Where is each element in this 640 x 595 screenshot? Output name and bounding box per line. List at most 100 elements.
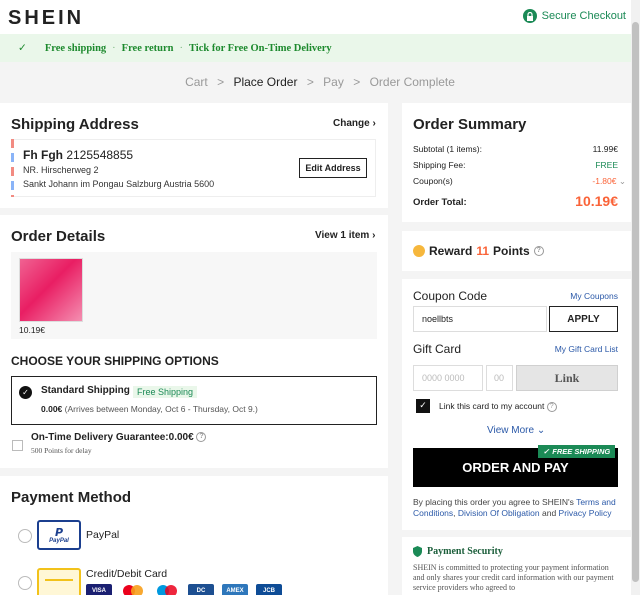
breadcrumb-separator: > [353,75,361,89]
breadcrumb-separator: > [217,75,225,89]
shipping-fee-label: Shipping Fee: [413,160,466,170]
gift-card-title: Gift Card [413,342,462,356]
payment-security-title: Payment Security [427,546,503,557]
link-card-label: Link this card to my account ? [439,401,557,412]
terms-and: and [539,508,559,518]
diners-club-icon: DC [188,584,214,595]
coupons-value: -1.80€ [592,176,617,186]
chevron-down-icon: ⌄ [536,425,546,436]
address-line-1: NR. Hirscherweg 2 [23,165,99,175]
shein-logo[interactable]: SHEIN [8,7,84,30]
help-icon[interactable]: ? [546,401,557,412]
standard-shipping-price: 0.00€ [41,404,63,414]
breadcrumb-pay: Pay [323,75,344,89]
edit-address-button[interactable]: Edit Address [299,158,367,178]
payment-security-header: Payment Security [413,546,503,557]
recipient-line: Fh Fgh 2125548855 [23,148,133,162]
my-coupons-link[interactable]: My Coupons [570,291,618,301]
link-card-checkbox[interactable]: ✓ [416,399,430,413]
ontime-sub: 500 Points for delay [31,446,92,455]
reward-points: 11 [476,244,490,258]
banner-item-free-return: Free return [121,42,174,54]
banner-separator: · [112,42,116,54]
reward-prefix: Reward [429,244,473,258]
my-gift-card-list-link[interactable]: My Gift Card List [555,344,618,354]
order-summary-title: Order Summary [413,116,527,133]
coupon-input[interactable]: noellbts [413,306,547,332]
chevron-right-icon: › [372,118,376,129]
paypal-p-icon: P [54,525,64,539]
privacy-policy-link[interactable]: Privacy Policy [559,508,612,518]
order-total-label: Order Total: [413,197,467,208]
banner-separator: · [179,42,183,54]
gift-card-number-input[interactable]: 0000 0000 [413,365,483,391]
banner-item-ontime: Tick for Free On-Time Delivery [188,42,332,54]
amex-icon: AMEX [222,584,248,595]
ontime-label: On-Time Delivery Guarantee:0.00€ ? [31,432,207,443]
benefits-banner[interactable]: ✓ Free shipping · Free return · Tick for… [0,34,640,62]
breadcrumb-separator: > [306,75,314,89]
paypal-radio[interactable] [18,529,32,543]
chevron-down-icon: ⌄ [618,176,626,186]
order-details-title: Order Details [11,228,106,245]
standard-shipping-label: Standard Shipping [41,385,130,396]
coupons-label: Coupon(s) [413,176,453,186]
paypal-logo: P PayPal [37,520,81,550]
shipping-address-title: Shipping Address [11,116,139,133]
breadcrumb-place-order: Place Order [233,75,298,89]
recipient-phone: 2125548855 [66,148,134,162]
help-icon[interactable]: ? [533,246,544,256]
view-items-link[interactable]: View 1 item › [315,230,375,241]
view-more-label: View More [487,425,535,436]
view-items-label: View 1 item [315,230,370,241]
maestro-icon [154,584,180,595]
ontime-checkbox[interactable] [12,440,23,451]
view-more-link[interactable]: View More ⌄ [487,425,545,436]
chevron-right-icon: › [372,230,376,241]
radio-checked-icon[interactable]: ✓ [19,386,32,399]
free-shipping-badge: ✓ FREE SHIPPING [538,445,616,458]
card-stripe-decoration [45,579,73,581]
link-card-text: Link this card to my account [439,401,545,411]
paypal-logo-text: PayPal [49,537,69,544]
apply-coupon-button[interactable]: APPLY [549,306,618,332]
product-price: 10.19€ [19,325,45,335]
reward-suffix: Points [493,244,530,258]
secure-checkout: Secure Checkout [522,9,626,23]
help-icon[interactable]: ? [196,432,207,443]
free-shipping-tag: Free Shipping [133,386,198,398]
terms-prefix: By placing this order you agree to SHEIN… [413,497,577,507]
change-label: Change [333,118,370,129]
payment-method-title: Payment Method [11,489,132,506]
breadcrumb-cart[interactable]: Cart [185,75,208,89]
product-thumbnail[interactable] [19,258,83,322]
change-address-link[interactable]: Change › [333,118,376,129]
payment-security-text: SHEIN is committed to protecting your pa… [413,563,614,592]
shield-icon [413,546,422,557]
check-icon: ✓ [18,42,27,54]
standard-shipping-option[interactable] [11,376,377,425]
coupons-value-toggle[interactable]: -1.80€ ⌄ [592,176,626,187]
shipping-fee-value: FREE [595,160,618,170]
subtotal-label: Subtotal (1 items): [413,144,482,154]
card-radio[interactable] [18,576,32,590]
lock-icon [522,9,537,23]
link-gift-card-button[interactable]: Link [516,365,618,391]
truck-icon: ✓ [543,447,550,456]
secure-checkout-label: Secure Checkout [541,10,626,22]
terms-text: By placing this order you agree to SHEIN… [413,497,621,519]
paypal-label[interactable]: PayPal [86,529,119,541]
gift-card-pin-input[interactable]: 00 [486,365,513,391]
visa-icon: VISA [86,584,112,595]
free-shipping-badge-label: FREE SHIPPING [552,447,611,456]
coupon-title: Coupon Code [413,289,488,303]
order-total-value: 10.19€ [575,193,618,209]
card-label[interactable]: Credit/Debit Card [86,568,167,580]
shipping-options-title: CHOOSE YOUR SHIPPING OPTIONS [11,354,219,368]
ontime-text: On-Time Delivery Guarantee:0.00€ [31,432,194,443]
address-line-2: Sankt Johann im Pongau Salzburg Austria … [23,179,215,189]
breadcrumb-order-complete: Order Complete [369,75,455,89]
jcb-icon: JCB [256,584,282,595]
page-scrollbar-thumb[interactable] [632,22,639,582]
division-of-obligation-link[interactable]: Division Of Obligation [458,508,540,518]
